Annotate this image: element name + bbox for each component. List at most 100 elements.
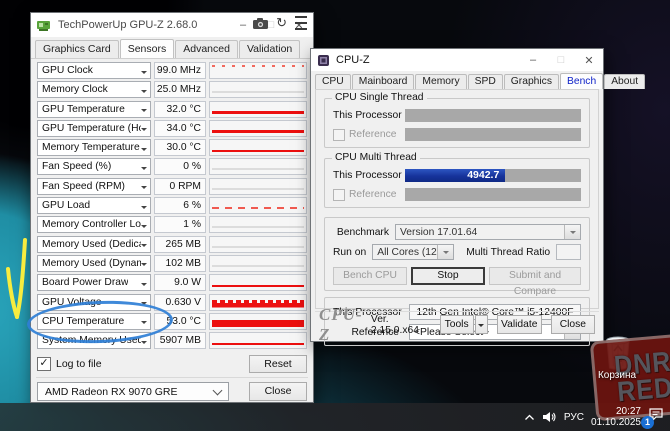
- sensor-graph: [209, 255, 307, 272]
- sensor-value: 5907 MB: [154, 332, 206, 349]
- sensor-row: GPU Load6 %: [37, 197, 307, 214]
- dropdown-arrow-icon: [141, 206, 147, 212]
- sensor-graph: [209, 236, 307, 253]
- group-label: CPU Multi Thread: [332, 152, 420, 163]
- sensor-select[interactable]: Memory Controller Load: [37, 216, 151, 233]
- sensor-graph: [209, 332, 307, 349]
- run-on-select[interactable]: All Cores (12T): [372, 244, 454, 260]
- gpu-device-select[interactable]: AMD Radeon RX 9070 GRE: [37, 382, 229, 401]
- dropdown-arrow-icon: [141, 341, 147, 347]
- bench-cpu-button[interactable]: Bench CPU: [333, 267, 407, 285]
- sensor-value: 30.0 °C: [154, 139, 206, 156]
- gpuz-tab-graphics-card[interactable]: Graphics Card: [35, 40, 119, 58]
- sensor-graph-trace: [212, 300, 304, 308]
- sensor-row: Fan Speed (%)0 %: [37, 158, 307, 175]
- dropdown-arrow-icon: [141, 225, 147, 231]
- sensor-row: Memory Temperature30.0 °C: [37, 139, 307, 156]
- sensor-graph-trace: [212, 111, 304, 114]
- refresh-icon[interactable]: ↻: [276, 18, 287, 28]
- sensor-graph-trace: [212, 168, 304, 170]
- sensor-value: 9.0 W: [154, 274, 206, 291]
- gpuz-tab-sensors[interactable]: Sensors: [120, 39, 175, 58]
- submit-and-compare-button[interactable]: Submit and Compare: [489, 267, 581, 285]
- cpuz-tab-cpu[interactable]: CPU: [315, 74, 351, 89]
- sensor-select[interactable]: GPU Temperature (Hot Spot): [37, 120, 151, 137]
- multi-thread-ratio-field[interactable]: [556, 244, 581, 260]
- dropdown-arrow-icon: [141, 109, 147, 115]
- sensor-graph-trace: [212, 285, 304, 288]
- sensor-graph-trace: [212, 91, 304, 93]
- dropdown-arrow-icon: [141, 244, 147, 250]
- sensor-label: GPU Temperature: [42, 104, 125, 115]
- cpuz-title: CPU-Z: [336, 54, 519, 66]
- sensor-select[interactable]: GPU Clock: [37, 62, 151, 79]
- recycle-bin-label: Корзина: [585, 370, 649, 381]
- cpuz-tab-memory[interactable]: Memory: [415, 74, 466, 89]
- group-label: CPU Single Thread: [332, 92, 427, 103]
- sensor-graph-trace: [212, 320, 304, 327]
- cpuz-tab-about[interactable]: About: [604, 74, 645, 89]
- sensor-value: 1 %: [154, 216, 206, 233]
- log-to-file-checkbox[interactable]: ✓: [37, 357, 51, 371]
- cpuz-maximize-button[interactable]: □: [547, 49, 575, 71]
- clock-time: 20:27: [591, 406, 641, 417]
- sensor-graph-trace: [212, 246, 304, 248]
- single-reference-label: Reference: [349, 129, 397, 140]
- sensor-select[interactable]: Board Power Draw: [37, 274, 151, 291]
- tools-dropdown-button[interactable]: [475, 315, 488, 334]
- cpuz-tab-spd[interactable]: SPD: [468, 74, 503, 89]
- single-reference-checkbox[interactable]: [333, 129, 345, 141]
- validate-button[interactable]: Validate: [497, 315, 542, 334]
- multi-processor-label: This Processor: [333, 170, 405, 181]
- volume-icon[interactable]: [542, 411, 557, 423]
- multi-reference-checkbox[interactable]: [333, 189, 345, 201]
- action-center-icon[interactable]: 1: [648, 407, 668, 427]
- sensor-graph: [209, 158, 307, 175]
- sensor-select[interactable]: Fan Speed (%): [37, 158, 151, 175]
- sensor-select[interactable]: GPU Temperature: [37, 101, 151, 118]
- cpuz-tab-mainboard[interactable]: Mainboard: [352, 74, 415, 89]
- sensor-row: Memory Used (Dynamic)102 MB: [37, 255, 307, 272]
- cpuz-tab-graphics[interactable]: Graphics: [504, 74, 559, 89]
- sensor-select[interactable]: Fan Speed (RPM): [37, 178, 151, 195]
- sensor-label: Memory Used (Dedicated): [42, 239, 141, 250]
- gpu-device-label: AMD Radeon RX 9070 GRE: [45, 386, 177, 398]
- sensor-graph-trace: [212, 150, 304, 153]
- multi-reference-label: Reference: [349, 189, 397, 200]
- gpuz-tabstrip: Graphics CardSensorsAdvancedValidation: [31, 37, 313, 59]
- sensor-graph: [209, 178, 307, 195]
- sensor-select[interactable]: Memory Temperature: [37, 139, 151, 156]
- sensor-select[interactable]: Memory Used (Dynamic): [37, 255, 151, 272]
- sensor-select[interactable]: Memory Clock: [37, 81, 151, 98]
- sensor-label: Memory Used (Dynamic): [42, 258, 141, 269]
- taskbar-clock[interactable]: 20:27 01.10.2025: [591, 406, 641, 428]
- divider: [36, 377, 308, 378]
- sensor-graph: [209, 216, 307, 233]
- cpuz-titlebar[interactable]: CPU-Z – □ ✕: [311, 49, 603, 71]
- gpuz-tab-advanced[interactable]: Advanced: [175, 40, 238, 58]
- gpuz-close-window-button[interactable]: Close: [249, 382, 307, 401]
- camera-icon[interactable]: [253, 18, 268, 29]
- sensor-row: GPU Temperature32.0 °C: [37, 101, 307, 118]
- tools-button[interactable]: Tools: [440, 315, 474, 334]
- single-thread-bar: [405, 109, 581, 122]
- cpu-multi-thread-group: CPU Multi Thread This Processor 4942.7 R…: [324, 158, 590, 208]
- sensor-label: GPU Clock: [42, 65, 93, 76]
- cpuz-close-window-button[interactable]: Close: [551, 315, 595, 334]
- clock-date: 01.10.2025: [591, 417, 641, 428]
- gpuz-tab-validation[interactable]: Validation: [239, 40, 300, 58]
- tray-chevron-up-icon[interactable]: [524, 414, 535, 421]
- benchmark-version-select[interactable]: Version 17.01.64: [395, 224, 581, 240]
- menu-icon[interactable]: [295, 16, 307, 30]
- sensor-select[interactable]: Memory Used (Dedicated): [37, 236, 151, 253]
- reset-button[interactable]: Reset: [249, 355, 307, 373]
- sensor-row: GPU Clock99.0 MHz: [37, 62, 307, 79]
- dropdown-arrow-icon: [141, 167, 147, 173]
- cpuz-close-button[interactable]: ✕: [575, 49, 603, 71]
- cpuz-minimize-button[interactable]: –: [519, 49, 547, 71]
- language-indicator[interactable]: РУС: [564, 412, 584, 423]
- sensor-label: Memory Clock: [42, 84, 108, 95]
- cpuz-tab-bench[interactable]: Bench: [560, 73, 603, 89]
- stop-button[interactable]: Stop: [411, 267, 485, 285]
- sensor-select[interactable]: GPU Load: [37, 197, 151, 214]
